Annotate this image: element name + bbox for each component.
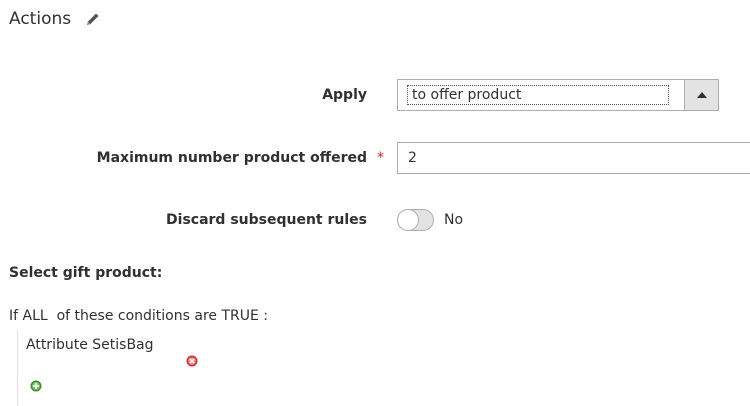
condition-middle: of these conditions are	[56, 308, 218, 324]
toggle-knob	[397, 209, 419, 231]
gift-heading: Select gift product:	[9, 265, 163, 281]
triangle-up-icon	[696, 92, 707, 98]
remove-icon[interactable]	[160, 339, 198, 367]
apply-row: Apply to offer product	[0, 79, 750, 111]
apply-select-value: to offer product	[407, 85, 669, 105]
condition-if: If	[9, 308, 19, 324]
aggregator-selector[interactable]: ALL	[23, 308, 48, 324]
max-offered-label: Maximum number product offered	[96, 150, 367, 166]
apply-select-value-wrap: to offer product	[398, 80, 684, 110]
discard-label: Discard subsequent rules	[166, 212, 367, 228]
required-asterisk: *	[377, 150, 384, 166]
select-arrow-button[interactable]	[684, 80, 718, 110]
rule-value[interactable]: Bag	[126, 337, 153, 353]
pencil-icon[interactable]	[85, 11, 101, 27]
value-selector[interactable]: TRUE	[221, 308, 258, 324]
section-title: Actions	[9, 9, 72, 29]
condition-children-border	[17, 330, 20, 406]
apply-select[interactable]: to offer product	[397, 79, 719, 111]
max-offered-row: Maximum number product offered * 2	[0, 142, 750, 174]
add-icon[interactable]	[30, 377, 42, 392]
discard-toggle[interactable]	[397, 209, 434, 231]
rule-operator[interactable]: is	[115, 337, 126, 353]
discard-row: Discard subsequent rules No	[0, 209, 750, 231]
section-header: Actions	[9, 7, 101, 31]
max-offered-input[interactable]: 2	[397, 142, 750, 174]
condition-end: :	[263, 308, 269, 324]
condition-rule: Attribute Set is Bag	[26, 337, 198, 367]
actions-panel: Actions Apply to offer product Maximum n…	[0, 0, 750, 406]
rule-attribute: Attribute Set	[26, 337, 116, 353]
discard-state: No	[444, 212, 464, 228]
condition-sentence: If ALL of these conditions are TRUE :	[9, 308, 268, 324]
apply-label: Apply	[322, 87, 367, 103]
